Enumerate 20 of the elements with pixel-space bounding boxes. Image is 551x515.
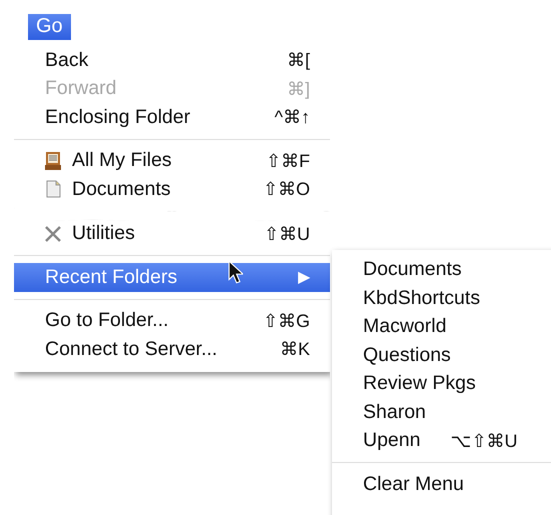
menu-item[interactable]: Enclosing Folder ^⌘↑ (14, 103, 330, 132)
menu-item[interactable]: Sharon (332, 398, 551, 426)
menu-title[interactable]: Go (28, 14, 71, 40)
menu-item[interactable]: Upenn ⌥⇧⌘U (332, 426, 551, 455)
menu-item[interactable]: Back ⌘[ (14, 46, 330, 74)
menu-item[interactable]: Utilities ⇧⌘U (14, 220, 330, 248)
menu-item[interactable]: Documents ⇧⌘O (14, 175, 330, 204)
menu-item[interactable]: KbdShortcuts (332, 284, 551, 312)
cursor-icon (228, 260, 243, 284)
tools-icon (43, 224, 63, 244)
drawer-icon (43, 150, 63, 171)
menu-item[interactable]: Go to Folder... ⇧⌘G (14, 306, 330, 335)
menu-item[interactable]: Questions (332, 341, 551, 370)
menu-item[interactable]: Connect to Server... ⌘K (14, 335, 330, 364)
menu-item[interactable]: Review Pkgs (332, 370, 551, 398)
menu-item[interactable]: Macworld (332, 312, 551, 341)
menu-item[interactable]: Recent Folders ▶ (14, 263, 330, 292)
menu-item[interactable]: All My Files ⇧⌘F (14, 146, 330, 175)
menu-item[interactable]: Documents (332, 256, 551, 284)
menu-item[interactable]: Clear Menu (332, 470, 551, 498)
